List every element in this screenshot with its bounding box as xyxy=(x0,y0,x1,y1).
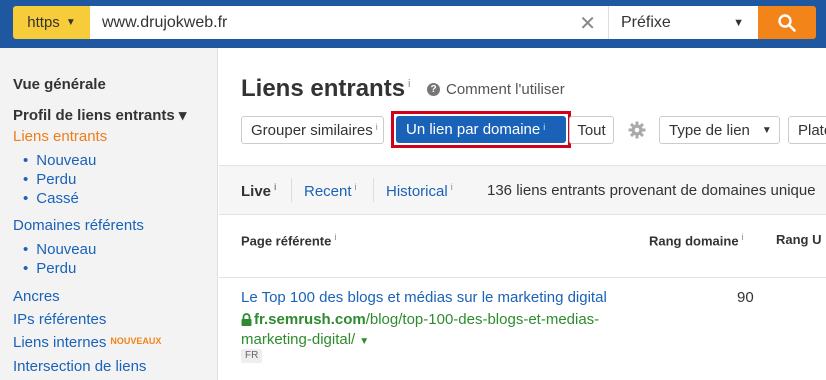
caret-down-icon[interactable]: ▼ xyxy=(359,336,369,347)
tab-historical[interactable]: Historical i xyxy=(386,182,453,200)
link-type-dropdown[interactable]: Type de lien ▼ xyxy=(659,116,780,144)
sidebar-heading-backlink-profile[interactable]: Profil de liens entrants ▾ xyxy=(13,106,186,124)
main-content: Liens entrants i ? Comment l'utiliser Gro… xyxy=(219,48,826,380)
search-bar: https ▼ www.drujokweb.fr ✕ Préfixe ▼ xyxy=(0,0,826,48)
backlink-tabs: Live i Recent i Historical i 136 liens entr… xyxy=(219,166,826,214)
tab-live[interactable]: Live i xyxy=(241,182,277,200)
sidebar-item-backlinks[interactable]: Liens entrants xyxy=(13,128,107,145)
sidebar-item-backlinks-broken[interactable]: • Cassé xyxy=(23,190,79,207)
sidebar-item-anchors[interactable]: Ancres xyxy=(13,288,60,305)
divider xyxy=(219,214,826,215)
url-input[interactable]: www.drujokweb.fr ✕ xyxy=(90,6,608,39)
column-header-url-rank[interactable]: Rang U xyxy=(776,232,822,247)
clear-icon[interactable]: ✕ xyxy=(579,11,596,36)
one-link-per-domain-button[interactable]: Un lien par domaine i xyxy=(396,116,566,143)
lock-icon xyxy=(241,313,252,326)
sidebar-item-referring-ips[interactable]: IPs référentes xyxy=(13,311,106,328)
sidebar-item-backlinks-lost[interactable]: • Perdu xyxy=(23,171,76,188)
group-similar-button[interactable]: Grouper similaires i xyxy=(241,116,384,144)
help-icon: ? xyxy=(427,83,440,96)
info-icon: i xyxy=(543,121,546,132)
backlink-url[interactable]: fr.semrush.com/blog/top-100-des-blogs-et… xyxy=(241,310,631,352)
mode-select[interactable]: Préfixe ▼ xyxy=(608,6,758,39)
protocol-select[interactable]: https ▼ xyxy=(13,6,90,39)
sidebar-item-domains-new[interactable]: • Nouveau xyxy=(23,241,96,258)
mode-value: Préfixe xyxy=(621,13,671,31)
sidebar-item-internal-links[interactable]: Liens internes NOUVEAUX xyxy=(13,334,161,351)
search-icon xyxy=(778,13,796,32)
url-value: www.drujokweb.fr xyxy=(102,13,228,31)
new-badge: NOUVEAUX xyxy=(110,336,162,346)
backlink-domain: fr.semrush.com xyxy=(254,311,366,328)
caret-down-icon: ▼ xyxy=(65,17,76,28)
divider xyxy=(219,277,826,278)
protocol-value: https xyxy=(27,14,60,31)
backlinks-summary: 136 liens entrants provenant de domaines… xyxy=(487,182,816,199)
column-header-referring-page[interactable]: Page référente i xyxy=(241,232,336,248)
sidebar: Vue générale Profil de liens entrants ▾ … xyxy=(0,48,218,380)
backlink-title-link[interactable]: Le Top 100 des blogs et médias sur le ma… xyxy=(241,289,607,306)
sidebar-item-domains-lost[interactable]: • Perdu xyxy=(23,260,76,277)
search-button[interactable] xyxy=(758,6,816,39)
tab-separator xyxy=(373,178,374,202)
sidebar-item-link-intersect[interactable]: Intersection de liens xyxy=(13,358,146,375)
domain-rank-value: 90 xyxy=(737,289,754,306)
how-to-use-link[interactable]: ? Comment l'utiliser xyxy=(427,81,565,98)
info-icon: i xyxy=(375,122,378,132)
tab-separator xyxy=(291,178,292,202)
column-header-domain-rank[interactable]: Rang domaine i xyxy=(649,232,744,248)
gear-icon[interactable] xyxy=(628,121,646,139)
page-title: Liens entrants i xyxy=(241,75,411,102)
caret-down-icon: ▼ xyxy=(761,124,772,136)
tab-recent[interactable]: Recent i xyxy=(304,182,357,200)
language-badge: FR xyxy=(241,349,263,363)
sidebar-item-referring-domains[interactable]: Domaines référents xyxy=(13,217,144,234)
platform-dropdown[interactable]: Plate xyxy=(788,116,826,144)
caret-down-icon: ▼ xyxy=(733,17,744,29)
all-button[interactable]: Tout xyxy=(569,116,614,144)
info-icon[interactable]: i xyxy=(408,78,410,90)
sidebar-item-overview[interactable]: Vue générale xyxy=(13,76,106,93)
sidebar-item-backlinks-new[interactable]: • Nouveau xyxy=(23,152,96,169)
